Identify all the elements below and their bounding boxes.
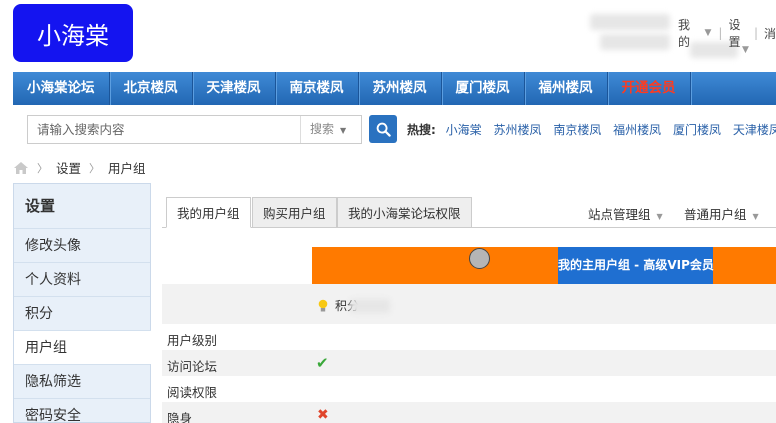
hot-search-link[interactable]: 小海棠 [446,123,482,137]
sidebar-item-profile[interactable]: 个人资料 [14,262,150,296]
user-menu: 我的 ▼ | 设置 | 消 [678,16,776,50]
hot-search-link[interactable]: 厦门楼凤 [673,123,721,137]
main-group-header: 我的主用户组 - 高级VIP会员 [558,247,714,284]
hot-search-link[interactable]: 苏州楼凤 [493,123,541,137]
tab-forum-permissions[interactable]: 我的小海棠论坛权限 [337,197,472,228]
normal-group-label: 普通用户组 [684,207,747,222]
nav-item-beijing[interactable]: 北京楼凤 [110,72,193,105]
nav-item-vip[interactable]: 开通会员 [608,72,691,105]
blurred-username [590,14,670,30]
nav-item-fuzhou[interactable]: 福州楼凤 [525,72,608,105]
nav-item-forum[interactable]: 小海棠论坛 [13,72,110,105]
row-label: 用户级别 [167,333,218,348]
sidebar-item-points[interactable]: 积分 [14,296,150,330]
normal-group-select[interactable]: 普通用户组 ▼ [684,204,759,223]
search-icon [376,122,391,137]
search-input[interactable] [28,116,300,143]
site-logo[interactable]: 小海棠 [13,4,133,62]
breadcrumb: 〉 设置 〉 用户组 [13,158,146,177]
sidebar-item-avatar[interactable]: 修改头像 [14,228,150,262]
nav-item-suzhou[interactable]: 苏州楼凤 [359,72,442,105]
hot-search: 热搜: 小海棠 苏州楼凤 南京楼凤 福州楼凤 厦门楼凤 天津楼凤 昆 [407,121,776,138]
main-nav: 小海棠论坛 北京楼凤 天津楼凤 南京楼凤 苏州楼凤 厦门楼凤 福州楼凤 开通会员 [13,72,776,105]
messages-link[interactable]: 消 [764,25,776,42]
row-label: 隐身 [167,411,193,423]
cursor-marker [469,248,490,269]
cross-icon: ✖ [317,407,329,423]
chevron-down-icon: ▼ [752,212,759,221]
blurred-user-info [600,34,670,50]
table-row: 访问论坛 [162,350,776,376]
user-menu-name[interactable]: 我的 [678,16,701,50]
separator: | [718,26,723,40]
chevron-down-icon[interactable]: ▼ [742,45,749,55]
search-type-select[interactable]: 搜索 ▼ [300,116,361,143]
table-row: 隐身 [162,402,776,423]
nav-item-nanjing[interactable]: 南京楼凤 [276,72,359,105]
hot-search-link[interactable]: 南京楼凤 [553,123,601,137]
row-label: 访问论坛 [167,359,218,374]
tab-buy-usergroup[interactable]: 购买用户组 [252,197,337,228]
hot-search-link[interactable]: 天津楼凤 [733,123,776,137]
home-icon[interactable] [13,161,29,175]
admin-group-label: 站点管理组 [588,207,651,222]
tab-my-usergroup[interactable]: 我的用户组 [166,197,251,228]
check-icon: ✔ [316,354,329,372]
sidebar-item-usergroup[interactable]: 用户组 [14,330,151,364]
admin-group-select[interactable]: 站点管理组 ▼ [588,204,663,223]
breadcrumb-usergroup[interactable]: 用户组 [108,158,146,177]
search-button[interactable] [369,115,397,143]
sidebar-item-security[interactable]: 密码安全 [14,398,150,423]
search-box: 搜索 ▼ [27,115,362,144]
sidebar-item-privacy[interactable]: 隐私筛选 [14,364,150,398]
nav-item-tianjin[interactable]: 天津楼凤 [193,72,276,105]
chevron-down-icon[interactable]: ▼ [704,28,711,38]
sidebar-title: 设置 [25,197,56,215]
breadcrumb-settings[interactable]: 设置 [56,158,81,177]
settings-sidebar: 设置 修改头像 个人资料 积分 用户组 隐私筛选 密码安全 [13,183,151,423]
points-row [162,284,776,324]
nav-item-xiamen[interactable]: 厦门楼凤 [442,72,525,105]
hot-search-link[interactable]: 福州楼凤 [613,123,661,137]
table-row: 阅读权限 [162,376,776,402]
chevron-right-icon: 〉 [37,161,48,175]
row-label: 阅读权限 [167,385,218,400]
hot-search-label: 热搜: [407,123,436,137]
search-type-label: 搜索 [310,122,335,136]
chevron-down-icon: ▼ [656,212,663,221]
lightbulb-icon [318,299,328,311]
table-row: 用户级别 [162,324,776,350]
blurred-points-value [350,299,390,313]
separator: | [753,26,758,40]
chevron-right-icon: 〉 [89,161,101,175]
chevron-down-icon: ▼ [340,126,347,135]
page: 小海棠 我的 ▼ | 设置 | 消 ▼ 小海棠论坛 北京楼凤 天津楼凤 南京楼凤… [0,0,776,423]
logo-text: 小海棠 [37,21,109,50]
